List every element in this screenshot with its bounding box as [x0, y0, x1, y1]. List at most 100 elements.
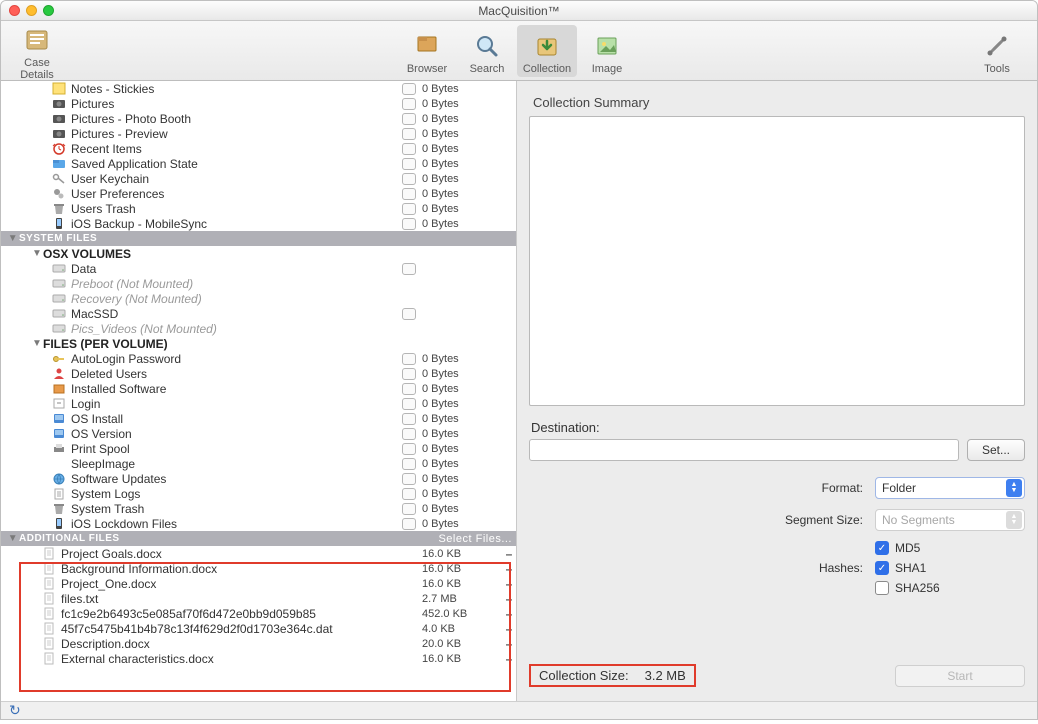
tree-row[interactable]: 45f7c5475b41b4b78c13f4f629d2f0d1703e364c… — [1, 621, 516, 636]
keys-icon — [51, 172, 67, 186]
select-files-button[interactable]: Select Files... — [438, 533, 512, 545]
tree-row[interactable]: Installed Software0 Bytes — [1, 381, 516, 396]
remove-file-button[interactable]: – — [502, 547, 516, 561]
toolbar-browser[interactable]: Browser — [397, 25, 457, 77]
segment-size-select: No Segments ▲▼ — [875, 509, 1025, 531]
toolbar-tools[interactable]: Tools — [967, 25, 1027, 77]
tree-item-checkbox[interactable] — [402, 473, 416, 485]
tree-row[interactable]: Project_One.docx16.0 KB– — [1, 576, 516, 591]
tree-item-checkbox[interactable] — [402, 518, 416, 530]
tree-row[interactable]: Login0 Bytes — [1, 396, 516, 411]
remove-file-button[interactable]: – — [502, 637, 516, 651]
tree-item-checkbox[interactable] — [402, 398, 416, 410]
tree-item-checkbox[interactable] — [402, 368, 416, 380]
remove-file-button[interactable]: – — [502, 562, 516, 576]
tree-item-checkbox[interactable] — [402, 383, 416, 395]
tree-item-checkbox[interactable] — [402, 188, 416, 200]
toolbar-image[interactable]: Image — [577, 25, 637, 77]
hash-md5-checkbox[interactable]: ✓ — [875, 541, 889, 555]
tree-row[interactable]: Recovery (Not Mounted) — [1, 291, 516, 306]
tree-item-checkbox[interactable] — [402, 113, 416, 125]
group-header[interactable]: ▼FILES (PER VOLUME) — [1, 336, 516, 351]
tree-row[interactable]: SleepImage0 Bytes — [1, 456, 516, 471]
toolbar-browser-label: Browser — [399, 63, 455, 75]
tree-item-checkbox[interactable] — [402, 443, 416, 455]
tree-row[interactable]: fc1c9e2b6493c5e085af70f6d472e0bb9d059b85… — [1, 606, 516, 621]
toolbar-search[interactable]: Search — [457, 25, 517, 77]
tree-item-checkbox[interactable] — [402, 458, 416, 470]
section-header: ▼ADDITIONAL FILESSelect Files... — [1, 531, 516, 546]
zoom-icon[interactable] — [43, 5, 54, 16]
remove-file-button[interactable]: – — [502, 607, 516, 621]
tree-row[interactable]: Background Information.docx16.0 KB– — [1, 561, 516, 576]
tree-item-checkbox[interactable] — [402, 308, 416, 320]
tree-item-checkbox[interactable] — [402, 203, 416, 215]
content: Notes - Stickies0 BytesPictures0 BytesPi… — [1, 81, 1037, 701]
close-icon[interactable] — [9, 5, 20, 16]
tree-row[interactable]: User Preferences0 Bytes — [1, 186, 516, 201]
tree-item-checkbox[interactable] — [402, 83, 416, 95]
hash-sha256-checkbox[interactable] — [875, 581, 889, 595]
toolbar-case-details[interactable]: Case Details — [7, 19, 67, 83]
tree-row[interactable]: Pictures - Preview0 Bytes — [1, 126, 516, 141]
destination-input[interactable] — [529, 439, 959, 461]
tree-row[interactable]: Description.docx20.0 KB– — [1, 636, 516, 651]
tree-row[interactable]: External characteristics.docx16.0 KB– — [1, 651, 516, 666]
tree-row[interactable]: Deleted Users0 Bytes — [1, 366, 516, 381]
tree-row[interactable]: Notes - Stickies0 Bytes — [1, 81, 516, 96]
tree-row[interactable]: iOS Lockdown Files0 Bytes — [1, 516, 516, 531]
tree-row[interactable]: OS Version0 Bytes — [1, 426, 516, 441]
tree-item-checkbox[interactable] — [402, 218, 416, 230]
tree-row[interactable]: AutoLogin Password0 Bytes — [1, 351, 516, 366]
tree-row[interactable]: MacSSD — [1, 306, 516, 321]
tree-item-checkbox[interactable] — [402, 353, 416, 365]
tree-row[interactable]: Recent Items0 Bytes — [1, 141, 516, 156]
tree-row[interactable]: Saved Application State0 Bytes — [1, 156, 516, 171]
tree-item-checkbox[interactable] — [402, 98, 416, 110]
chevron-down-icon[interactable]: ▼ — [31, 338, 43, 349]
tree-row[interactable]: Pictures - Photo Booth0 Bytes — [1, 111, 516, 126]
tree-row[interactable]: System Logs0 Bytes — [1, 486, 516, 501]
format-select[interactable]: Folder ▲▼ — [875, 477, 1025, 499]
tree-item-checkbox[interactable] — [402, 173, 416, 185]
tree-item-checkbox[interactable] — [402, 128, 416, 140]
tree-item-checkbox[interactable] — [402, 503, 416, 515]
remove-file-button[interactable]: – — [502, 622, 516, 636]
tree-item-checkbox[interactable] — [402, 263, 416, 275]
remove-file-button[interactable]: – — [502, 592, 516, 606]
remove-file-button[interactable]: – — [502, 577, 516, 591]
tree-row[interactable]: Users Trash0 Bytes — [1, 201, 516, 216]
remove-file-button[interactable]: – — [502, 652, 516, 666]
collection-summary-title: Collection Summary — [533, 95, 1025, 110]
tree-row[interactable]: User Keychain0 Bytes — [1, 171, 516, 186]
tree-row[interactable]: Preboot (Not Mounted) — [1, 276, 516, 291]
destination-label: Destination: — [531, 420, 1025, 435]
tree-item-checkbox[interactable] — [402, 488, 416, 500]
tree-item-checkbox[interactable] — [402, 143, 416, 155]
tree-row[interactable]: Software Updates0 Bytes — [1, 471, 516, 486]
tree-item-checkbox[interactable] — [402, 428, 416, 440]
tree-row[interactable]: Project Goals.docx16.0 KB– — [1, 546, 516, 561]
tree-row[interactable]: Data — [1, 261, 516, 276]
tree-row[interactable]: OS Install0 Bytes — [1, 411, 516, 426]
tree-item-size: 0 Bytes — [422, 173, 502, 185]
set-button[interactable]: Set... — [967, 439, 1025, 461]
tree-item-checkbox[interactable] — [402, 413, 416, 425]
tree-row[interactable]: System Trash0 Bytes — [1, 501, 516, 516]
group-header[interactable]: ▼OSX VOLUMES — [1, 246, 516, 261]
tree-row[interactable]: Pics_Videos (Not Mounted) — [1, 321, 516, 336]
search-icon — [459, 29, 515, 63]
tree-row[interactable]: Pictures0 Bytes — [1, 96, 516, 111]
toolbar-collection[interactable]: Collection — [517, 25, 577, 77]
minimize-icon[interactable] — [26, 5, 37, 16]
refresh-icon[interactable]: ↻ — [9, 702, 21, 719]
chevron-down-icon[interactable]: ▼ — [31, 248, 43, 259]
tree-row[interactable]: files.txt2.7 MB– — [1, 591, 516, 606]
tree-row[interactable]: iOS Backup - MobileSync0 Bytes — [1, 216, 516, 231]
tree-item-checkbox[interactable] — [402, 158, 416, 170]
tree-row[interactable]: Print Spool0 Bytes — [1, 441, 516, 456]
toolbar-image-label: Image — [579, 63, 635, 75]
tree-item-size: 2.7 MB — [422, 593, 502, 605]
hash-sha1-checkbox[interactable]: ✓ — [875, 561, 889, 575]
login-icon — [51, 397, 67, 411]
